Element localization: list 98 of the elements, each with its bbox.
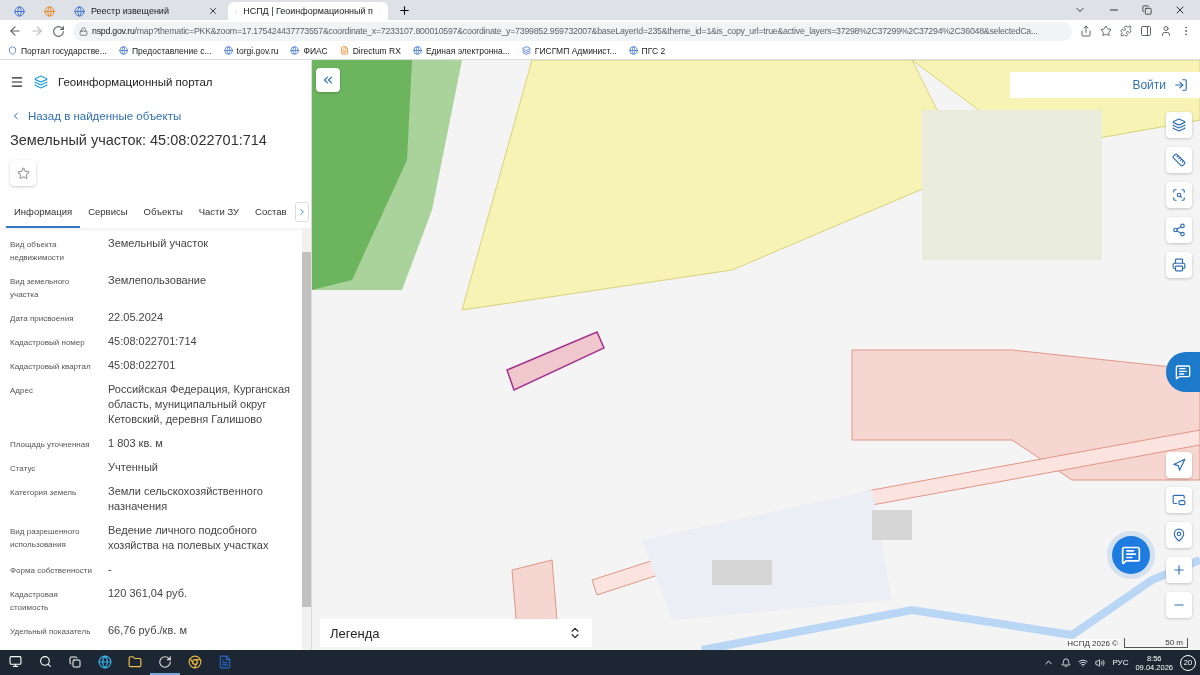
collapse-button[interactable] [316, 68, 340, 92]
extensions-icon[interactable] [1120, 25, 1132, 37]
task-view-icon[interactable] [69, 655, 81, 668]
field-label: Кадастровый квартал [10, 361, 92, 373]
back-icon[interactable] [8, 24, 22, 38]
field-value: Земельный участок [108, 236, 210, 251]
notification-icon[interactable] [1061, 657, 1072, 668]
scan-search-icon [1172, 188, 1186, 202]
field-label: Категория земель [10, 487, 78, 499]
legend-dropdown[interactable]: Легенда [320, 619, 592, 647]
field-value: - [108, 562, 113, 577]
printer-icon [1172, 258, 1186, 272]
field-label: Вид земельного участка [10, 276, 71, 301]
share-icon[interactable] [1080, 25, 1092, 37]
ruler-button[interactable] [1166, 147, 1192, 173]
restore-icon[interactable] [1142, 5, 1152, 15]
field-label: Вид объекта недвижимости [10, 239, 65, 264]
address-bar[interactable]: nspd.gov.ru/map?thematic=PKK&zoom=17.175424437773557&coordinate_x=7233107.800010597&coordinate_y=7399852.959732007&baseLayerId=235&theme_id=1&is_copy_url=true&active_layers=37298%2C37299%2C37294%2C36048&selectedCa... [73, 21, 1072, 41]
layers-button[interactable] [1166, 112, 1192, 138]
globe-icon[interactable] [98, 654, 112, 669]
plus-icon [1172, 563, 1186, 577]
field-label: Статус [10, 463, 37, 475]
folder-icon[interactable] [128, 654, 142, 669]
login-icon [1174, 78, 1188, 92]
field-value: Земли сельскохозяйственного назначения [108, 484, 264, 514]
search-icon[interactable] [38, 655, 52, 668]
bookmark[interactable]: Портал государстве... [8, 45, 107, 56]
bookmark-icon[interactable] [1100, 25, 1112, 37]
circular-arrow-icon [158, 654, 172, 669]
bookmark[interactable]: Единая электронна... [412, 45, 510, 56]
field-label: Кадастровая стоимость [10, 589, 59, 614]
minimap-button[interactable] [1166, 487, 1192, 513]
reload-icon[interactable] [52, 24, 65, 38]
field-value: 1 803 кв. м [108, 436, 164, 451]
bookmark[interactable]: Предоставление с... [118, 45, 212, 56]
field-value: Учтенный [108, 460, 159, 475]
browser-tab[interactable]: НСПД | Геоинформационный п [228, 2, 388, 20]
login-button[interactable]: Войти [1010, 72, 1200, 98]
location-button[interactable] [1166, 522, 1192, 548]
object-title: Земельный участок: 45:08:022701:714 [9, 131, 268, 150]
star-icon [16, 166, 30, 180]
navigation-arrow-icon [1172, 458, 1186, 472]
scrollbar[interactable] [302, 228, 311, 650]
field-value: Российская Федерация, Курганская область, муниципальный округ Кетовский, деревня Галишово [108, 382, 291, 427]
bookmark[interactable]: ГИСГМП Админист... [521, 45, 617, 56]
field-label: Площадь уточненная [10, 439, 91, 451]
panel-tab[interactable]: Состав [247, 196, 295, 228]
field-value: 66,76 руб./кв. м [108, 623, 188, 638]
bookmark[interactable]: ФИАС [290, 45, 328, 56]
volume-icon[interactable] [1095, 657, 1106, 668]
field-value: 22.05.2024 [108, 310, 165, 325]
share-icon [1172, 223, 1186, 237]
lock-icon [79, 26, 88, 36]
language-indicator[interactable]: РУС [1112, 658, 1129, 667]
field-value: Ведение личного подсобного хозяйства на полевых участках [108, 523, 270, 553]
profile-icon[interactable] [1160, 25, 1172, 37]
field-label: Удельный показатель [10, 626, 92, 638]
field-value: Землепользование [108, 273, 208, 288]
field-label: Форма собственности [10, 565, 93, 577]
ruler-icon [1172, 153, 1186, 167]
bookmark[interactable]: ПГС 2 [628, 45, 666, 56]
field-value: 120 361,04 руб. [108, 586, 189, 601]
browser-tab[interactable]: Реестр извещений [66, 2, 226, 20]
picture-in-picture-icon [1172, 493, 1186, 507]
logo-icon [34, 75, 48, 89]
double-chevron-icon [321, 73, 335, 87]
new-tab-icon[interactable] [398, 4, 411, 17]
bookmark[interactable]: Directum RX [339, 45, 401, 56]
side-panel-icon[interactable] [1140, 25, 1152, 37]
panel-tab[interactable]: Сервисы [80, 196, 136, 228]
print-button[interactable] [1166, 252, 1192, 278]
scale-bar: 50 m [1124, 638, 1188, 648]
layers-icon [1172, 118, 1186, 132]
network-icon[interactable] [1078, 657, 1089, 668]
menu-icon[interactable] [10, 75, 24, 89]
share-button[interactable] [1166, 217, 1192, 243]
bookmark[interactable]: torgi.gov.ru [223, 45, 279, 56]
favorite-button[interactable] [10, 160, 36, 186]
scan-search-button[interactable] [1166, 182, 1192, 208]
browser-icon[interactable] [188, 654, 202, 669]
app-title: Геоинформационный портал [58, 76, 213, 88]
panel-tab[interactable]: Информация [6, 196, 81, 228]
attribution: НСПД 2026 © [1067, 639, 1118, 648]
back-link[interactable]: Назад в найденные объекты [0, 104, 311, 128]
field-label: Дата присвоения [10, 313, 75, 325]
panel-tab[interactable]: Объекты [135, 196, 191, 228]
field-value: 45:08:022701 [108, 358, 177, 373]
field-label: Адрес [10, 385, 34, 397]
message-icon [1121, 545, 1141, 565]
message-icon [1175, 364, 1191, 380]
map-pin-icon [1172, 528, 1186, 542]
navigation-button[interactable] [1166, 452, 1192, 478]
panel-tab[interactable]: Части ЗУ [190, 196, 248, 228]
field-value: 45:08:022701:714 [108, 334, 198, 349]
start-icon[interactable] [8, 655, 22, 668]
field-label: Кадастровый номер [10, 337, 86, 349]
field-label: Вид разрешенного использования [10, 526, 81, 551]
document-icon[interactable] [218, 654, 232, 669]
